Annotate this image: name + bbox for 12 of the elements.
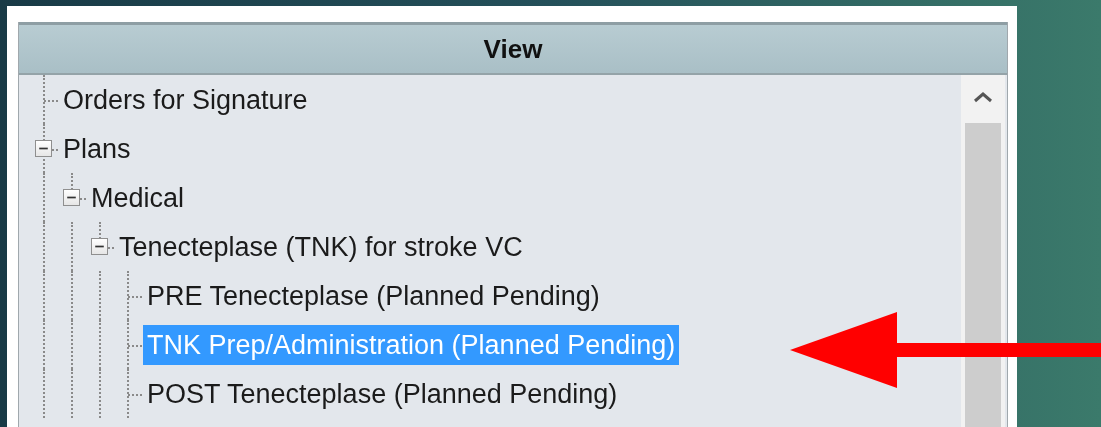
- scroll-up-icon[interactable]: [973, 91, 993, 103]
- scrollbar[interactable]: [961, 75, 1005, 427]
- column-header: View: [483, 33, 543, 65]
- tree-item[interactable]: Medical: [87, 177, 189, 218]
- collapse-icon[interactable]: [91, 237, 108, 255]
- tree-item[interactable]: POST Tenecteplase (Planned Pending): [143, 373, 622, 414]
- tree-item[interactable]: Orders for Signature: [59, 79, 312, 120]
- collapse-icon[interactable]: [35, 139, 52, 157]
- tree-item[interactable]: PRE Tenecteplase (Planned Pending): [143, 275, 604, 316]
- tree-item[interactable]: Tenecteplase (TNK) for stroke VC: [115, 226, 527, 267]
- tree-item[interactable]: Plans: [59, 128, 135, 169]
- collapse-icon[interactable]: [63, 188, 80, 206]
